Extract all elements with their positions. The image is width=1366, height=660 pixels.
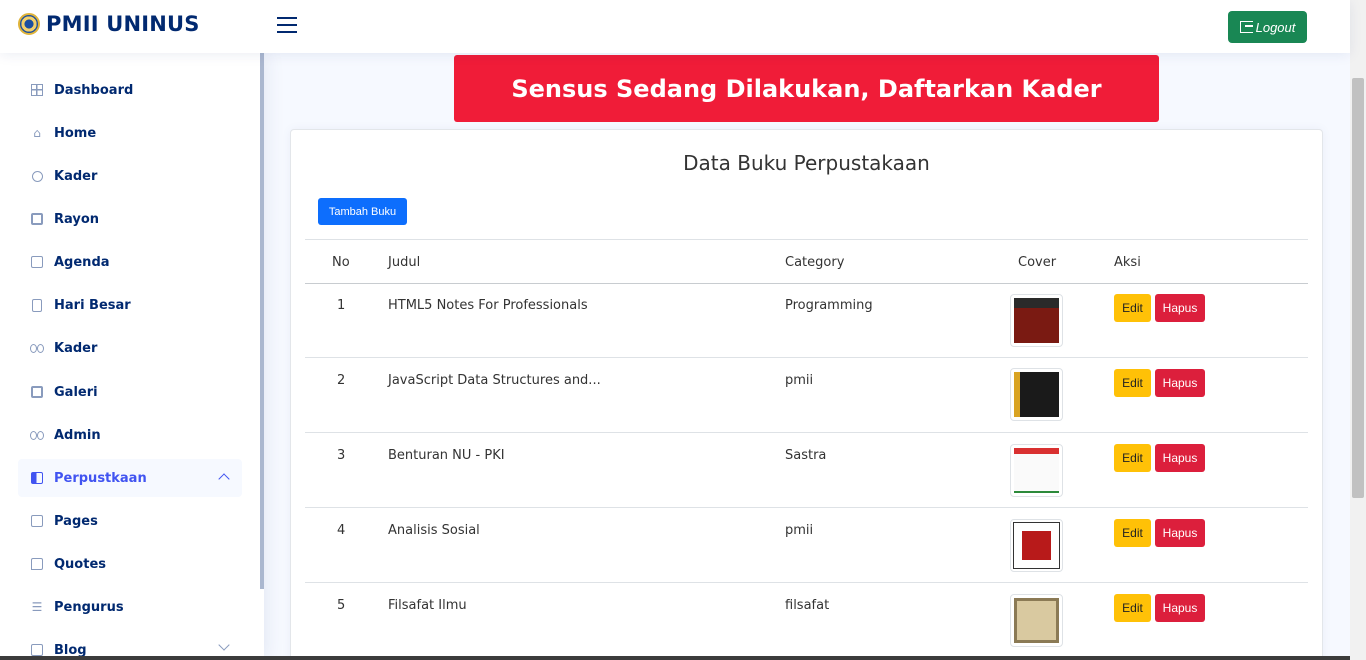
people-icon (30, 341, 44, 355)
edit-button[interactable]: Edit (1114, 294, 1151, 322)
house-icon: ⌂ (33, 126, 41, 140)
calendar-icon (30, 255, 44, 269)
book-cover-image (1010, 368, 1063, 421)
chevron-down-icon (218, 639, 230, 651)
person-icon (30, 169, 44, 183)
row-no: 5 (337, 598, 346, 613)
edit-button[interactable]: Edit (1114, 444, 1151, 472)
sidebar-scrollbar[interactable] (260, 53, 264, 589)
row-divider (305, 507, 1308, 508)
row-divider (305, 357, 1308, 358)
delete-button[interactable]: Hapus (1155, 444, 1205, 472)
delete-button[interactable]: Hapus (1155, 294, 1205, 322)
row-judul: Analisis Sosial (388, 523, 480, 538)
scrollbar-thumb[interactable] (1352, 78, 1364, 498)
sidebar-item-label: Agenda (54, 254, 110, 270)
edit-button[interactable]: Edit (1114, 369, 1151, 397)
sidebar-item-label: Pages (54, 513, 98, 529)
top-header: PMII UNINUS Logout (0, 0, 1350, 53)
app-title: PMII UNINUS (46, 12, 200, 36)
sidebar-item-label: Pengurus (54, 599, 124, 615)
brand-logo[interactable]: PMII UNINUS (18, 12, 200, 36)
sidebar-item-kader-2[interactable]: Kader (18, 329, 242, 367)
row-judul: HTML5 Notes For Professionals (388, 298, 588, 313)
image-icon (30, 385, 44, 399)
sidebar-item-galeri[interactable]: Galeri (18, 373, 242, 411)
sidebar-item-label: Quotes (54, 556, 107, 572)
card-title: Data Buku Perpustakaan (683, 151, 930, 175)
bookmark-icon (30, 298, 44, 312)
sidebar-item-hari-besar[interactable]: Hari Besar (18, 286, 242, 324)
book-cover-image (1010, 294, 1063, 347)
chevron-up-icon (218, 473, 230, 485)
copy-icon (30, 212, 44, 226)
row-category: Programming (785, 298, 873, 313)
book-cover-image (1010, 519, 1063, 572)
chat-icon (30, 557, 44, 571)
sidebar-item-dashboard[interactable]: Dashboard (18, 71, 242, 109)
sidebar-item-admin[interactable]: Admin (18, 416, 242, 454)
logout-label: Logout (1255, 19, 1296, 35)
delete-button[interactable]: Hapus (1155, 519, 1205, 547)
book-cover-image (1010, 594, 1063, 647)
sidebar-item-kader[interactable]: Kader (18, 157, 242, 195)
row-category: pmii (785, 373, 814, 388)
row-divider (305, 582, 1308, 583)
row-judul: Benturan NU - PKI (388, 448, 505, 463)
row-no: 3 (337, 448, 346, 463)
menu-toggle-icon[interactable] (277, 17, 297, 35)
sidebar-item-pages[interactable]: Pages (18, 502, 242, 540)
card-list-icon (30, 514, 44, 528)
sidebar-item-perpustkaan[interactable]: Perpustkaan (18, 459, 242, 497)
sidebar-item-rayon[interactable]: Rayon (18, 200, 242, 238)
table-top-border (305, 239, 1308, 240)
book-cover-image (1010, 444, 1063, 497)
person-lines-icon: ☰ (31, 600, 43, 614)
sidebar-item-label: Kader (54, 340, 98, 356)
pmii-logo-icon (18, 13, 40, 35)
edit-button[interactable]: Edit (1114, 594, 1151, 622)
column-header-judul: Judul (388, 255, 421, 270)
row-category: Sastra (785, 448, 827, 463)
row-judul: Filsafat Ilmu (388, 598, 467, 613)
sidebar-item-label: Perpustkaan (54, 470, 147, 486)
sidebar-item-label: Kader (54, 168, 98, 184)
row-no: 4 (337, 523, 346, 538)
sidebar-item-home[interactable]: ⌂ Home (18, 114, 242, 152)
sidebar-item-label: Admin (54, 427, 101, 443)
row-category: filsafat (785, 598, 830, 613)
census-banner[interactable]: Sensus Sedang Dilakukan, Daftarkan Kader (454, 55, 1159, 122)
column-header-no: No (332, 255, 350, 270)
row-no: 1 (337, 298, 346, 313)
logout-icon (1239, 21, 1253, 33)
page-scrollbar[interactable] (1350, 0, 1366, 660)
grid-icon (30, 83, 44, 97)
sidebar-item-quotes[interactable]: Quotes (18, 545, 242, 583)
sidebar-item-label: Rayon (54, 211, 100, 227)
people-icon (30, 428, 44, 442)
sidebar-item-label: Dashboard (54, 82, 134, 98)
delete-button[interactable]: Hapus (1155, 369, 1205, 397)
journal-icon (30, 643, 44, 657)
logout-button[interactable]: Logout (1228, 11, 1307, 43)
column-header-aksi: Aksi (1114, 255, 1141, 270)
book-icon (30, 471, 44, 485)
sidebar-item-agenda[interactable]: Agenda (18, 243, 242, 281)
add-book-button[interactable]: Tambah Buku (318, 198, 407, 225)
column-header-category: Category (785, 255, 845, 270)
row-judul: JavaScript Data Structures and... (388, 373, 601, 388)
sidebar-item-label: Hari Besar (54, 297, 131, 313)
edit-button[interactable]: Edit (1114, 519, 1151, 547)
bottom-edge (0, 656, 1350, 660)
sidebar-item-label: Home (54, 125, 97, 141)
sidebar-item-pengurus[interactable]: ☰ Pengurus (18, 588, 242, 626)
row-category: pmii (785, 523, 814, 538)
column-header-cover: Cover (1018, 255, 1057, 270)
row-divider (305, 432, 1308, 433)
sidebar-item-label: Galeri (54, 384, 98, 400)
row-no: 2 (337, 373, 346, 388)
table-header-border (305, 283, 1308, 284)
delete-button[interactable]: Hapus (1155, 594, 1205, 622)
